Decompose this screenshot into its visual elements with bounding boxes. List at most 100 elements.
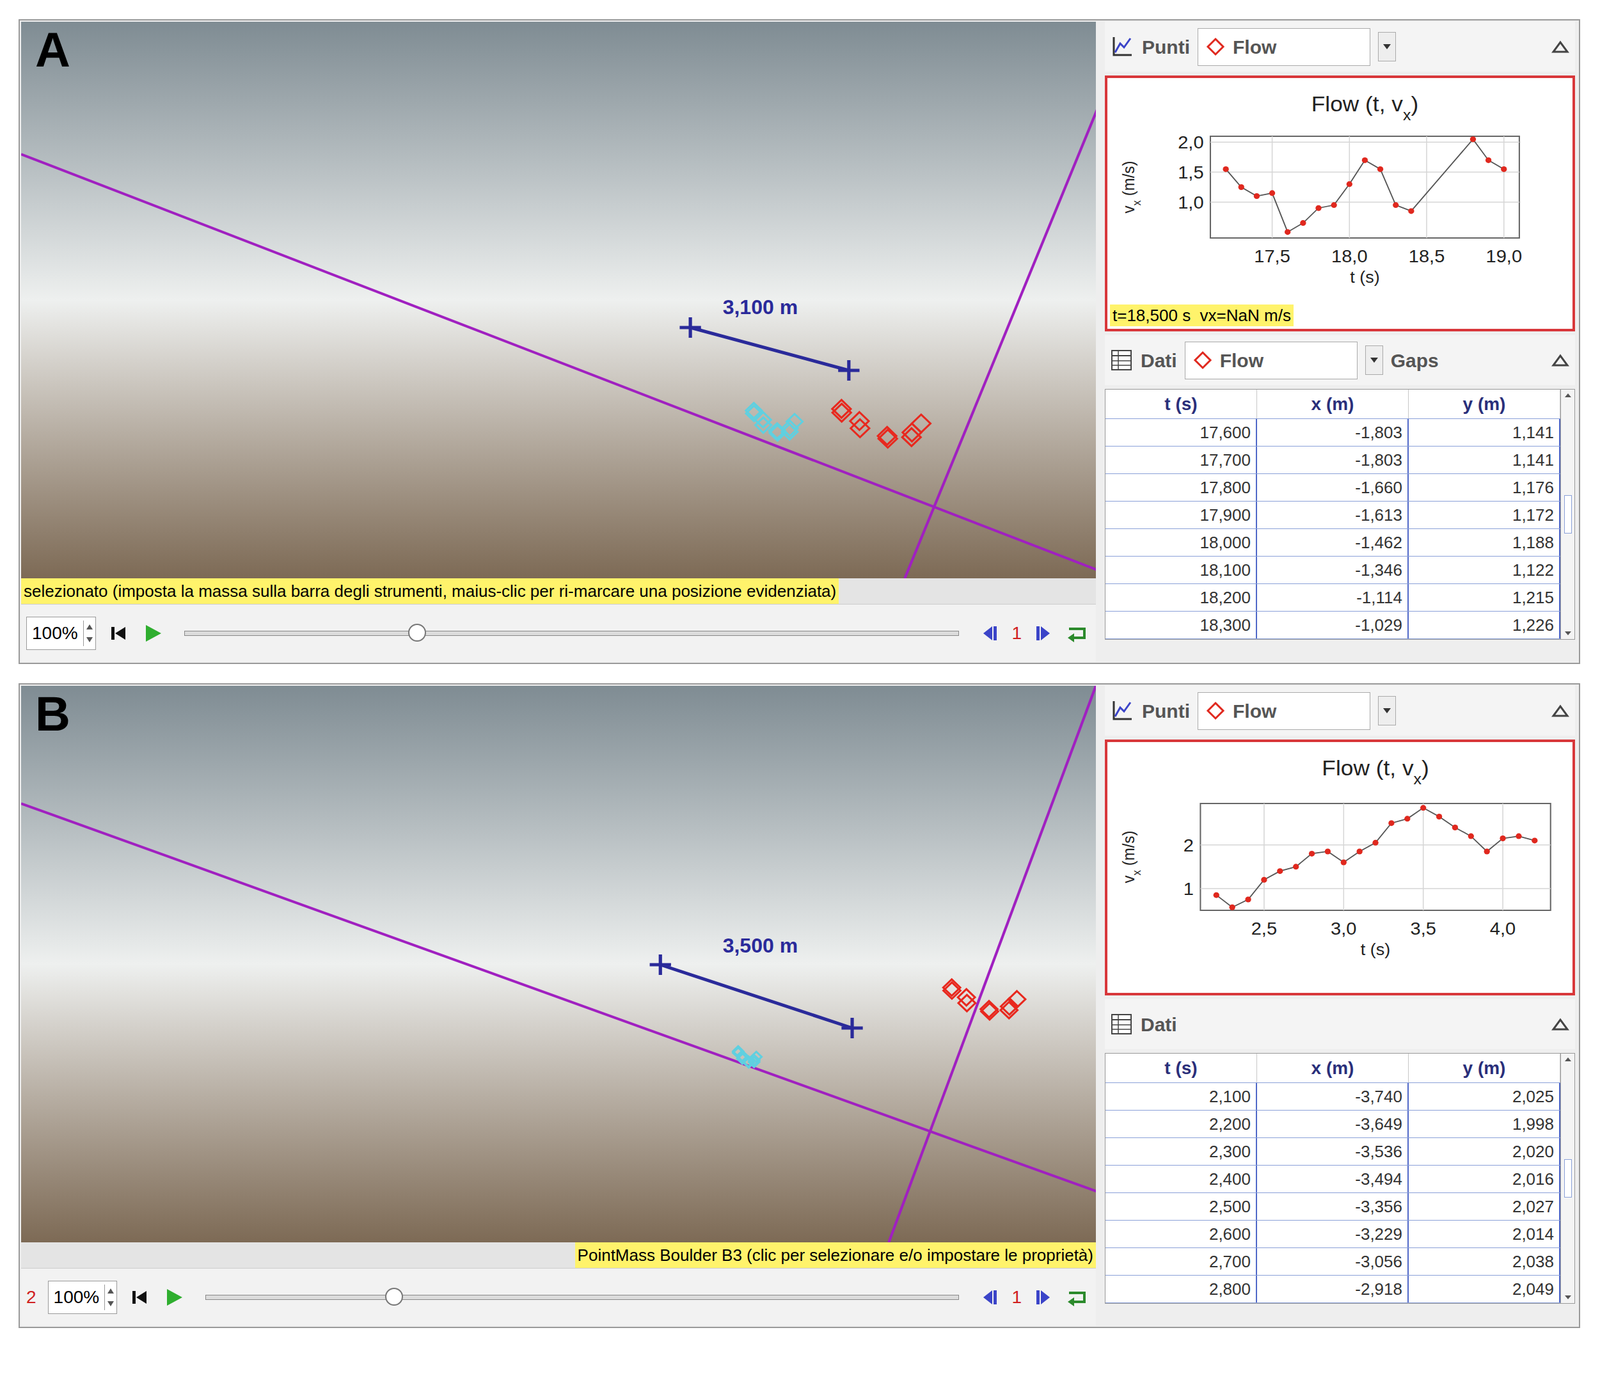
zoom-spinner[interactable] <box>83 620 96 647</box>
step-back-icon[interactable] <box>979 622 1000 645</box>
table-row[interactable]: 2,500-3,3562,027 <box>1105 1193 1561 1221</box>
step-forward-icon[interactable] <box>1033 1286 1054 1309</box>
column-header[interactable]: t (s) <box>1105 389 1258 419</box>
loop-icon[interactable] <box>1065 1286 1091 1309</box>
data-point[interactable] <box>1356 848 1363 855</box>
table-row[interactable]: 2,200-3,6491,998 <box>1105 1110 1561 1139</box>
table-row[interactable]: 2,600-3,2292,014 <box>1105 1220 1561 1249</box>
data-point[interactable] <box>1299 220 1306 226</box>
data-point[interactable] <box>1377 166 1384 173</box>
skip-start-icon[interactable] <box>107 622 130 645</box>
data-point[interactable] <box>1284 229 1291 235</box>
data-point[interactable] <box>1452 824 1458 831</box>
data-point[interactable] <box>1404 815 1410 822</box>
table-row[interactable]: 18,000-1,4621,188 <box>1105 529 1561 557</box>
data-point[interactable] <box>1340 859 1347 866</box>
table-scrollbar[interactable] <box>1560 1053 1575 1304</box>
table-row[interactable]: 2,800-2,9182,049 <box>1105 1275 1561 1304</box>
table-row[interactable]: 17,900-1,6131,172 <box>1105 501 1561 530</box>
data-point[interactable] <box>1515 833 1522 840</box>
data-point[interactable] <box>1269 190 1276 196</box>
data-point[interactable] <box>1470 136 1476 143</box>
data-point[interactable] <box>1292 863 1299 870</box>
data-point[interactable] <box>1372 839 1379 846</box>
table-row[interactable]: 17,800-1,6601,176 <box>1105 474 1561 502</box>
dropdown-button[interactable] <box>1378 31 1396 62</box>
video-frame[interactable]: A3,100 m <box>21 21 1096 579</box>
track-dropdown[interactable]: Flow <box>1197 28 1371 66</box>
data-point[interactable] <box>1500 166 1507 173</box>
loop-icon[interactable] <box>1065 622 1091 645</box>
gaps-label[interactable]: Gaps <box>1390 346 1439 375</box>
data-point[interactable] <box>1408 207 1414 214</box>
column-header[interactable]: x (m) <box>1257 389 1409 419</box>
data-point[interactable] <box>1484 848 1490 855</box>
data-point[interactable] <box>1531 837 1538 844</box>
zoom-field[interactable]: 100% <box>47 1280 118 1315</box>
table-row[interactable]: 17,600-1,8031,141 <box>1105 419 1561 447</box>
frame-slider[interactable] <box>184 630 960 636</box>
data-point[interactable] <box>1228 904 1235 911</box>
data-point[interactable] <box>1213 892 1220 899</box>
data-point[interactable] <box>1436 813 1442 820</box>
table-row[interactable]: 18,300-1,0291,226 <box>1105 611 1561 640</box>
data-point[interactable] <box>1392 202 1399 208</box>
video-frame[interactable]: B3,500 m <box>21 685 1096 1243</box>
dropdown-button[interactable] <box>1378 696 1396 726</box>
velocity-chart[interactable]: Flow (t, vx)2,53,03,54,021t (s)vx (m/s) <box>1104 739 1576 996</box>
track-dropdown[interactable]: Flow <box>1184 341 1358 380</box>
play-icon[interactable] <box>161 1285 185 1309</box>
data-point[interactable] <box>1362 157 1368 164</box>
column-header[interactable]: x (m) <box>1257 1053 1409 1083</box>
data-point[interactable] <box>1330 202 1337 208</box>
data-point[interactable] <box>1468 833 1474 840</box>
frame-step[interactable]: 1 <box>1011 619 1022 647</box>
dropdown-button[interactable] <box>1365 345 1384 375</box>
frame-step[interactable]: 1 <box>1011 1283 1022 1311</box>
data-point[interactable] <box>1253 193 1260 199</box>
tape-measure-label[interactable]: 3,100 m <box>722 291 798 323</box>
slider-thumb[interactable] <box>385 1287 404 1306</box>
data-point[interactable] <box>1485 157 1492 164</box>
frame-slider[interactable] <box>205 1294 959 1300</box>
data-point[interactable] <box>1308 850 1315 857</box>
velocity-chart[interactable]: Flow (t, vx)17,518,018,519,02,01,51,0t (… <box>1104 75 1576 332</box>
scroll-thumb[interactable] <box>1564 495 1572 534</box>
table-row[interactable]: 2,400-3,4942,016 <box>1105 1165 1561 1194</box>
data-point[interactable] <box>1346 181 1353 187</box>
data-point[interactable] <box>1276 868 1283 874</box>
data-point[interactable] <box>1315 205 1322 212</box>
column-header[interactable]: y (m) <box>1408 389 1561 419</box>
collapse-icon[interactable] <box>1550 39 1570 55</box>
table-row[interactable]: 18,100-1,3461,122 <box>1105 556 1561 585</box>
step-back-icon[interactable] <box>979 1286 1000 1309</box>
data-point[interactable] <box>1388 820 1395 826</box>
data-point[interactable] <box>1499 835 1506 842</box>
table-row[interactable]: 17,700-1,8031,141 <box>1105 446 1561 475</box>
table-row[interactable]: 18,200-1,1141,215 <box>1105 584 1561 612</box>
tape-measure-label[interactable]: 3,500 m <box>722 930 798 961</box>
data-point[interactable] <box>1222 166 1229 173</box>
scroll-thumb[interactable] <box>1564 1159 1572 1198</box>
track-dropdown[interactable]: Flow <box>1197 692 1371 730</box>
data-point[interactable] <box>1420 804 1426 811</box>
zoom-spinner[interactable] <box>104 1284 117 1311</box>
play-icon[interactable] <box>140 621 164 645</box>
zoom-field[interactable]: 100% <box>26 616 96 650</box>
table-scrollbar[interactable] <box>1560 389 1575 640</box>
step-forward-icon[interactable] <box>1033 622 1054 645</box>
data-point[interactable] <box>1324 848 1331 855</box>
column-header[interactable]: y (m) <box>1408 1053 1561 1083</box>
table-row[interactable]: 2,700-3,0562,038 <box>1105 1248 1561 1276</box>
data-point[interactable] <box>1244 896 1251 903</box>
skip-start-icon[interactable] <box>128 1286 151 1309</box>
collapse-icon[interactable] <box>1550 1016 1570 1032</box>
slider-thumb[interactable] <box>408 623 427 642</box>
collapse-icon[interactable] <box>1550 703 1570 719</box>
column-header[interactable]: t (s) <box>1105 1053 1258 1083</box>
data-point[interactable] <box>1238 184 1245 191</box>
table-row[interactable]: 2,100-3,7402,025 <box>1105 1083 1561 1111</box>
data-point[interactable] <box>1260 877 1267 883</box>
collapse-icon[interactable] <box>1550 352 1570 368</box>
table-row[interactable]: 2,300-3,5362,020 <box>1105 1138 1561 1166</box>
